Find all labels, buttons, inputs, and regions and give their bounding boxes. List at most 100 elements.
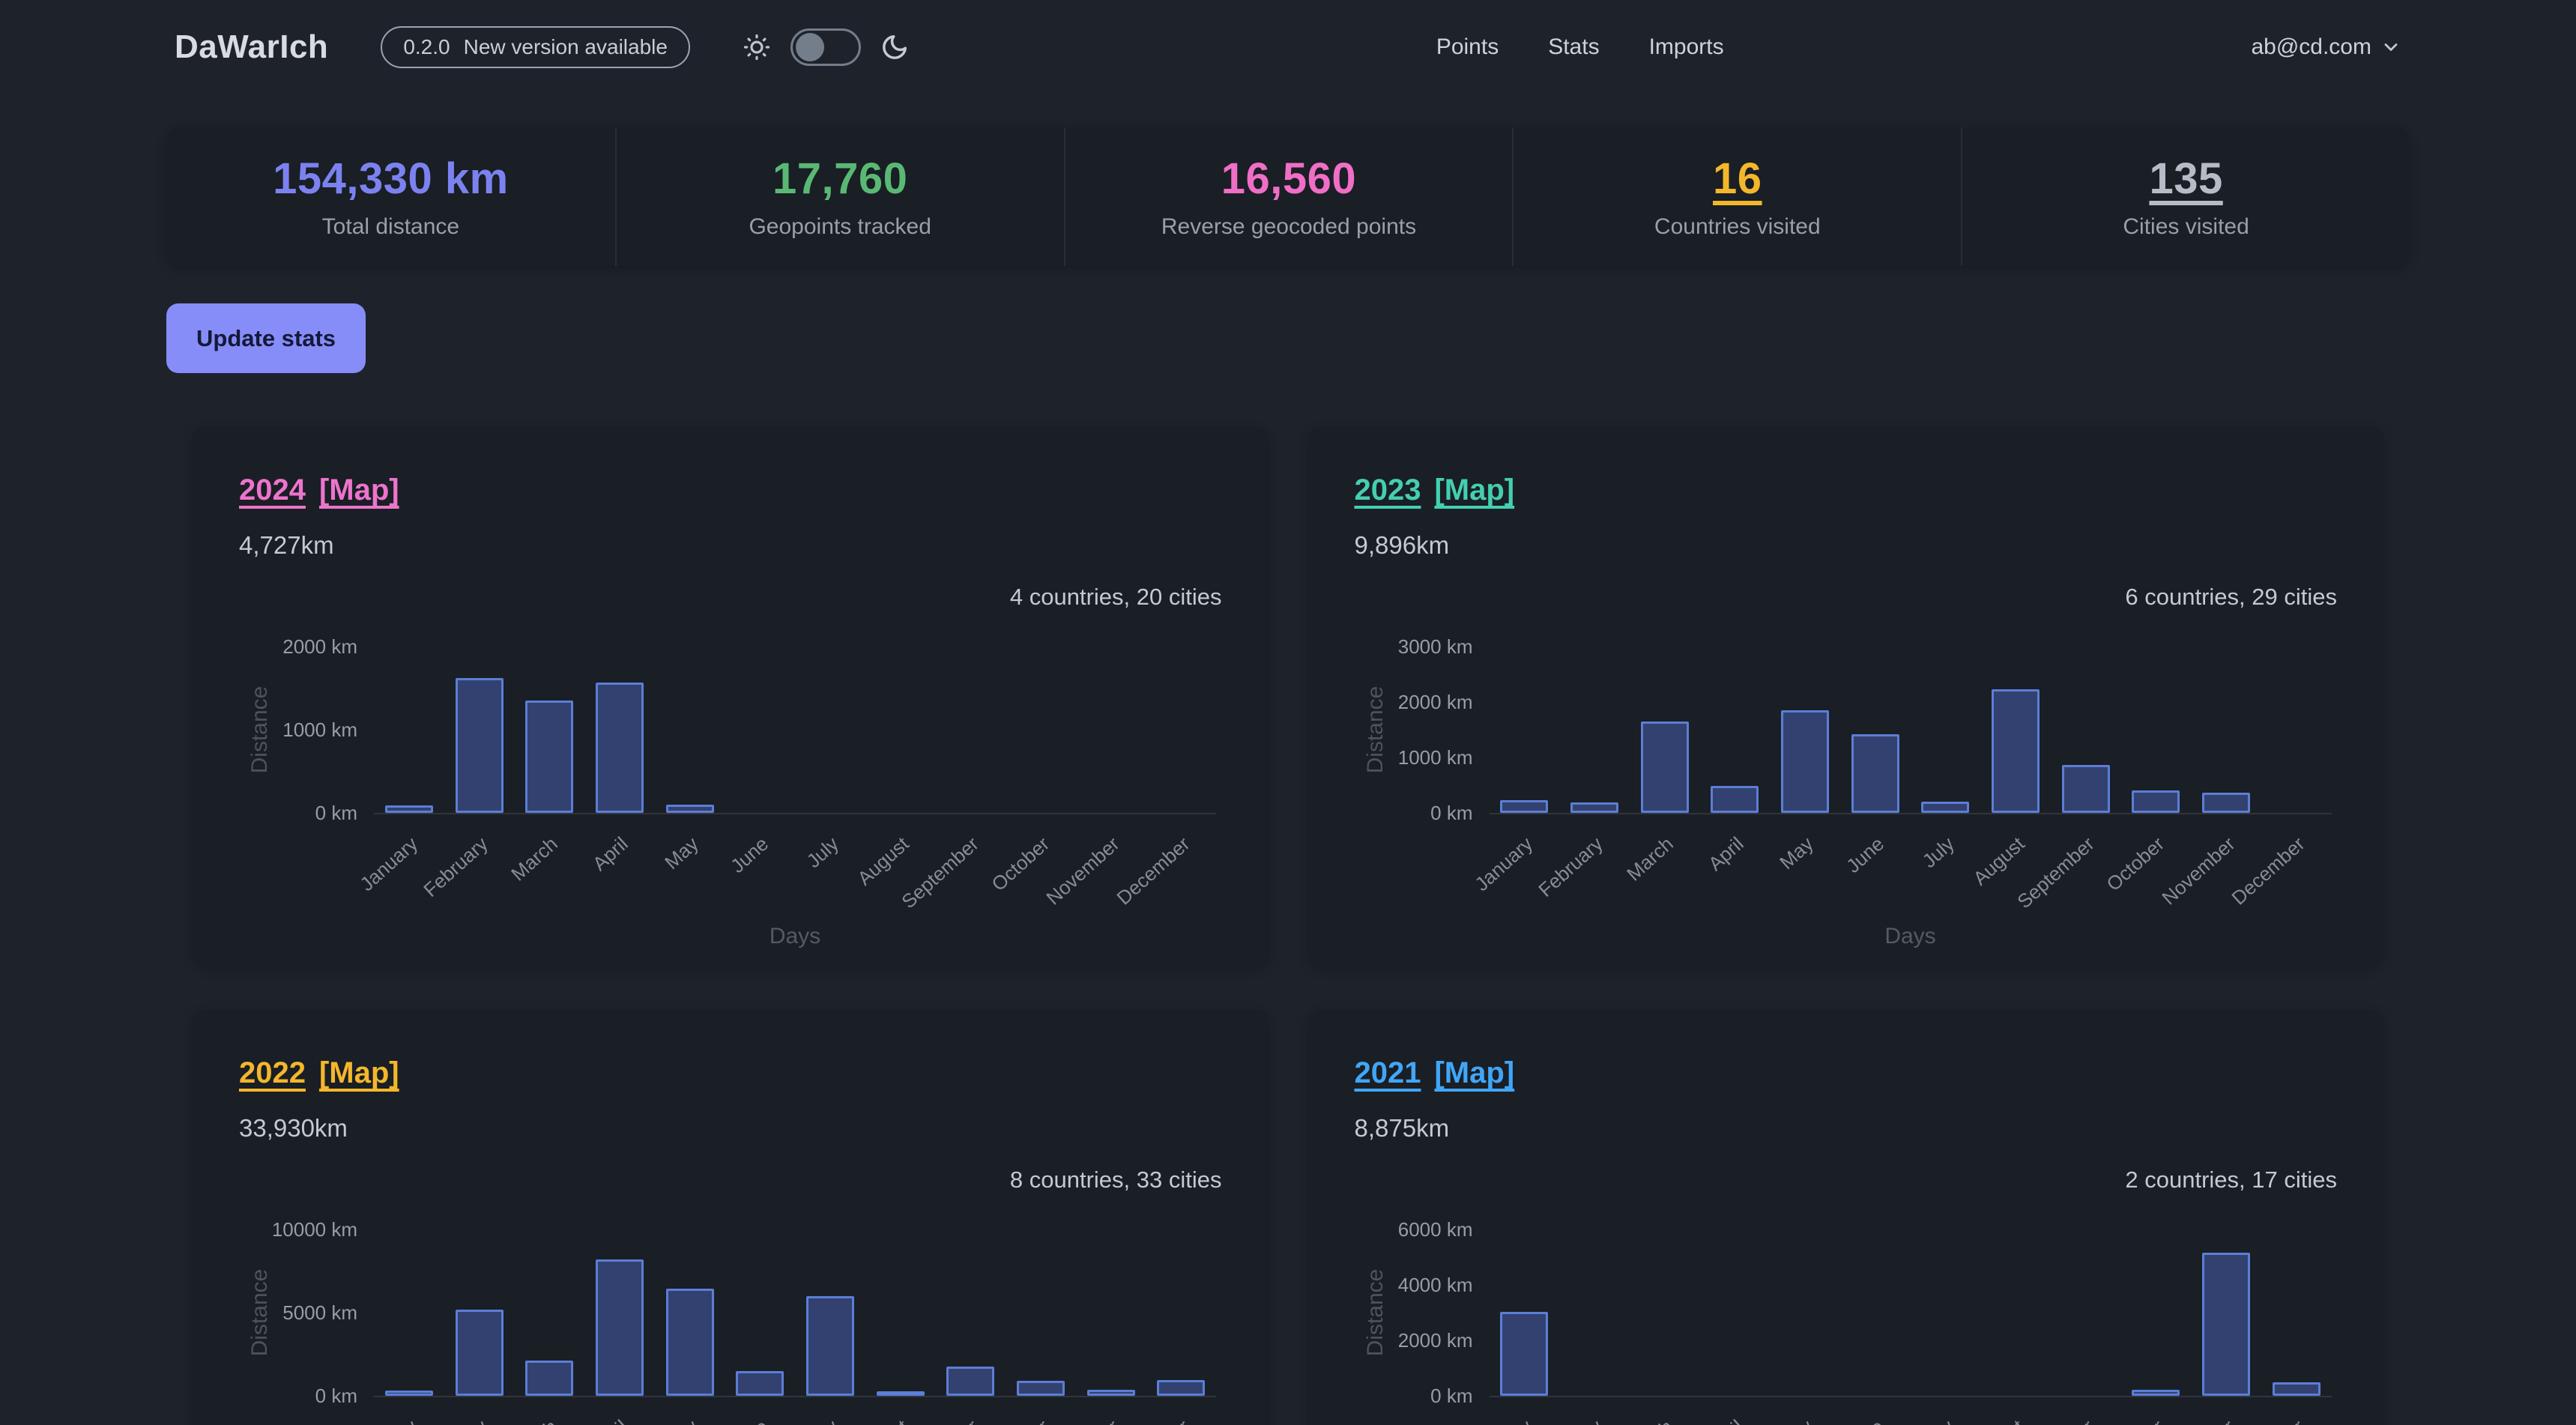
cities-visited-link[interactable]: 135 — [2149, 154, 2222, 204]
bar-october — [2132, 790, 2180, 813]
x-tick-label: October — [987, 832, 1053, 896]
y-axis-title: Distance — [247, 1269, 273, 1357]
x-tick-label: April — [588, 832, 632, 876]
version-badge[interactable]: 0.2.0 New version available — [381, 26, 690, 68]
x-tick-label: November — [1041, 832, 1124, 910]
bar-november — [2202, 793, 2250, 813]
year-link-2024[interactable]: 2024 — [239, 474, 306, 507]
nav-imports[interactable]: Imports — [1649, 34, 1724, 60]
x-tick-label: January — [1471, 1415, 1538, 1425]
y-tick-label: 0 km — [245, 802, 357, 825]
bar-april — [596, 683, 644, 813]
x-axis-line — [374, 813, 1216, 814]
year-distance: 4,727km — [239, 531, 1222, 560]
x-tick-label: April — [588, 1415, 632, 1425]
user-menu[interactable]: ab@cd.com — [2251, 34, 2401, 60]
chevron-down-icon — [2380, 37, 2401, 58]
x-tick-label: February — [1535, 832, 1608, 902]
stats-panel: 154,330 km Total distance 17,760 Geopoin… — [166, 127, 2410, 266]
year-link-2022[interactable]: 2022 — [239, 1056, 306, 1090]
x-tick-label: March — [507, 832, 563, 886]
y-axis-title: Distance — [1363, 1269, 1388, 1357]
map-link-2021[interactable]: [Map] — [1434, 1056, 1514, 1090]
moon-icon — [880, 33, 909, 61]
monthly-distance-chart: 0 km1000 km2000 kmDistanceJanuaryFebruar… — [239, 612, 1222, 934]
bar-november — [1087, 1390, 1135, 1396]
app-logo[interactable]: DaWarIch — [175, 28, 328, 66]
bar-april — [596, 1259, 644, 1396]
bar-june — [1851, 734, 1899, 813]
x-tick-label: January — [355, 832, 422, 896]
countries-cities-summary: 6 countries, 29 cities — [1355, 584, 2338, 611]
y-tick-label: 6000 km — [1361, 1218, 1473, 1241]
x-tick-label: September — [898, 1415, 984, 1425]
x-tick-label: July — [1917, 832, 1959, 873]
x-tick-label: March — [1622, 1415, 1678, 1425]
year-distance: 9,896km — [1355, 531, 2338, 560]
x-axis-line — [1490, 1396, 2332, 1397]
x-tick-label: August — [1968, 1415, 2029, 1425]
bar-may — [1781, 710, 1829, 813]
monthly-distance-chart: 0 km1000 km2000 km3000 kmDistanceJanuary… — [1355, 612, 2338, 934]
stat-cities-visited: 135 Cities visited — [1961, 127, 2410, 266]
x-tick-label: November — [1041, 1415, 1124, 1425]
year-distance: 8,875km — [1355, 1114, 2338, 1143]
x-tick-label: September — [2013, 832, 2099, 913]
year-card-2021: 2021 [Map] 8,875km 2 countries, 17 citie… — [1308, 1010, 2384, 1425]
x-tick-label: November — [2157, 1415, 2240, 1425]
stat-label: Reverse geocoded points — [1161, 214, 1416, 240]
monthly-distance-chart: 0 km2000 km4000 km6000 kmDistanceJanuary… — [1355, 1195, 2338, 1425]
x-tick-label: July — [802, 1415, 844, 1425]
year-cards-grid: 2024 [Map] 4,727km 4 countries, 20 citie… — [193, 427, 2383, 1425]
countries-cities-summary: 8 countries, 33 cities — [239, 1167, 1222, 1193]
nav-stats[interactable]: Stats — [1548, 34, 1599, 60]
year-card-2024: 2024 [Map] 4,727km 4 countries, 20 citie… — [193, 427, 1269, 966]
x-tick-label: July — [1917, 1415, 1959, 1425]
bar-march — [525, 1361, 573, 1396]
x-tick-label: September — [2013, 1415, 2099, 1425]
stat-geopoints-tracked: 17,760 Geopoints tracked — [615, 127, 1064, 266]
x-tick-label: January — [355, 1415, 422, 1425]
countries-visited-link[interactable]: 16 — [1713, 154, 1762, 204]
x-tick-label: April — [1704, 832, 1748, 876]
x-tick-label: May — [1776, 832, 1818, 874]
year-link-2023[interactable]: 2023 — [1355, 474, 1421, 507]
x-axis-title: Days — [1884, 924, 1935, 949]
map-link-2023[interactable]: [Map] — [1434, 474, 1514, 507]
bar-february — [456, 1310, 504, 1396]
countries-cities-summary: 4 countries, 20 cities — [239, 584, 1222, 611]
x-tick-label: August — [1968, 832, 2029, 890]
theme-toggle-knob — [796, 33, 824, 61]
theme-toggle[interactable] — [790, 28, 861, 66]
version-number: 0.2.0 — [403, 35, 450, 59]
bar-september — [946, 1367, 994, 1396]
user-email: ab@cd.com — [2251, 34, 2371, 60]
year-card-2022: 2022 [Map] 33,930km 8 countries, 33 citi… — [193, 1010, 1269, 1425]
app-header: DaWarIch 0.2.0 New version available — [0, 0, 2576, 94]
monthly-distance-chart: 0 km5000 km10000 kmDistanceJanuaryFebrua… — [239, 1195, 1222, 1425]
x-tick-label: February — [419, 1415, 492, 1425]
nav-points[interactable]: Points — [1436, 34, 1499, 60]
x-tick-label: June — [726, 1415, 773, 1425]
map-link-2022[interactable]: [Map] — [319, 1056, 399, 1090]
map-link-2024[interactable]: [Map] — [319, 474, 399, 507]
x-tick-label: November — [2157, 832, 2240, 910]
update-stats-button[interactable]: Update stats — [166, 303, 366, 373]
version-message: New version available — [464, 35, 668, 59]
x-tick-label: February — [419, 832, 492, 902]
x-tick-label: June — [1842, 832, 1889, 878]
x-tick-label: December — [1112, 1415, 1194, 1425]
bar-may — [666, 805, 714, 813]
x-tick-label: May — [660, 832, 703, 874]
bar-march — [525, 701, 573, 813]
x-tick-label: March — [507, 1415, 563, 1425]
bar-april — [1711, 786, 1759, 813]
y-tick-label: 10000 km — [245, 1218, 357, 1241]
x-tick-label: June — [1842, 1415, 1889, 1425]
y-tick-label: 0 km — [1361, 1385, 1473, 1408]
stat-reverse-geocoded: 16,560 Reverse geocoded points — [1064, 127, 1513, 266]
year-link-2021[interactable]: 2021 — [1355, 1056, 1421, 1090]
x-tick-label: May — [1776, 1415, 1818, 1425]
year-distance: 33,930km — [239, 1114, 1222, 1143]
x-tick-label: October — [987, 1415, 1053, 1425]
